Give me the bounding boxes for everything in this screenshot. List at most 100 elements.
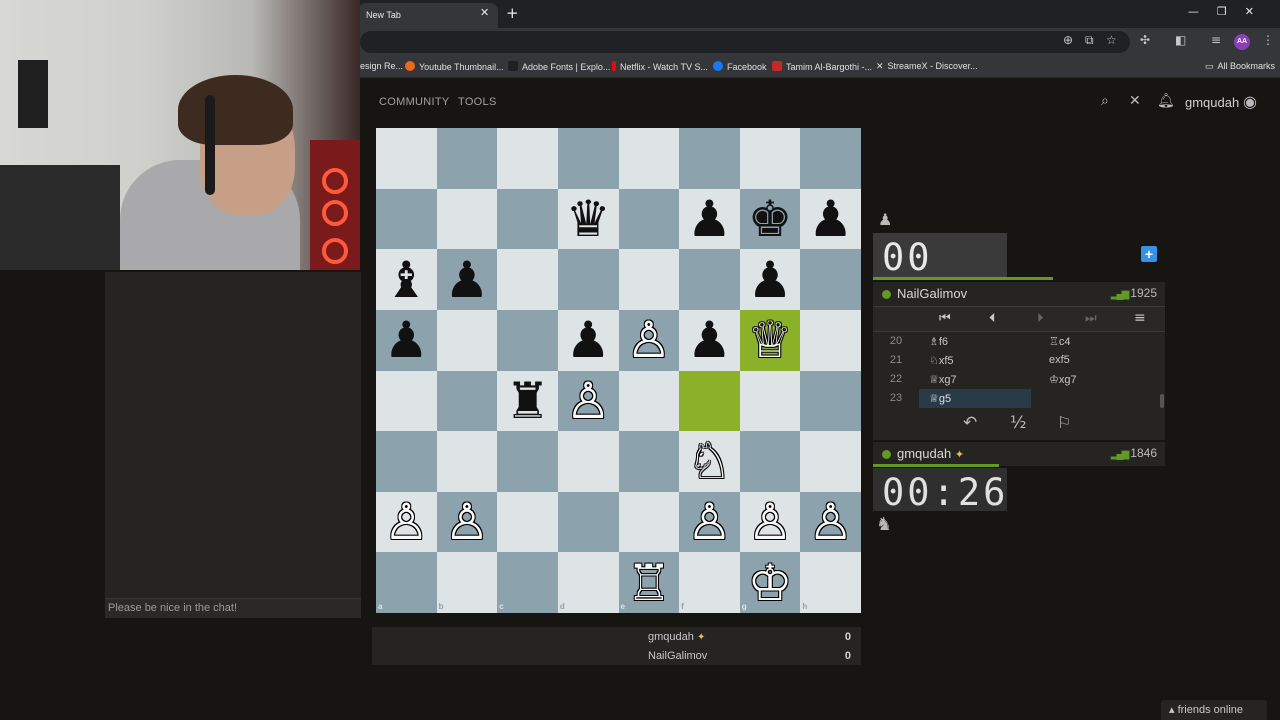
white-pawn-piece[interactable]: ♙ bbox=[558, 371, 619, 432]
white-queen-piece[interactable]: ♕ bbox=[740, 310, 801, 371]
square-f6[interactable] bbox=[679, 249, 740, 310]
white-king-piece[interactable]: ♔ bbox=[740, 552, 801, 613]
square-a1[interactable] bbox=[376, 552, 437, 613]
white-move[interactable]: ♕g5 bbox=[919, 389, 1031, 408]
white-pawn-piece[interactable]: ♙ bbox=[437, 492, 498, 553]
black-bishop-piece[interactable]: ♝ bbox=[376, 249, 437, 310]
black-pawn-piece[interactable]: ♟ bbox=[800, 189, 861, 250]
bookmark-item[interactable]: esign Re... bbox=[360, 61, 403, 71]
square-e6[interactable] bbox=[618, 249, 680, 310]
square-c2[interactable] bbox=[497, 491, 558, 553]
close-tab-icon[interactable]: ✕ bbox=[480, 6, 489, 19]
black-pawn-piece[interactable]: ♟ bbox=[740, 249, 801, 310]
square-d2[interactable] bbox=[557, 491, 619, 553]
extensions-icon[interactable]: ✣ bbox=[1140, 33, 1150, 47]
top-player[interactable]: NailGalimov ▂▄▆ 1925 bbox=[873, 282, 1165, 306]
profile-avatar[interactable]: AA bbox=[1234, 34, 1250, 50]
black-king-piece[interactable]: ♚ bbox=[740, 189, 801, 250]
square-c6[interactable] bbox=[497, 249, 558, 310]
search-icon[interactable]: ⌕ bbox=[1101, 93, 1109, 109]
chess-board[interactable]: 8 a 7 b 6 c 5 d 4 e 3 f 2 g 1 h ♛ ♟ ♚ ♟ ♝ ♟ ♟ ♟ ♟ ♙ ♟ ♕ ♜ ♙ ♘ ♙ ♙ ♙ ♙ ♙ ♖ ♔ bbox=[376, 128, 861, 613]
square-d6[interactable] bbox=[557, 249, 619, 310]
nav-tools[interactable]: TOOLS bbox=[458, 96, 497, 108]
square-f4[interactable] bbox=[679, 370, 740, 432]
first-move-icon[interactable]: ⏮ bbox=[939, 311, 951, 326]
square-e3[interactable] bbox=[618, 431, 680, 492]
prev-move-icon[interactable]: ⏴ bbox=[989, 311, 996, 326]
bookmark-item[interactable]: Netflix - Watch TV S... bbox=[612, 61, 708, 72]
square-d1[interactable] bbox=[557, 552, 619, 613]
black-pawn-piece[interactable]: ♟ bbox=[679, 310, 740, 371]
move-list-scrollbar[interactable] bbox=[1160, 394, 1164, 408]
square-a3[interactable] bbox=[376, 431, 437, 492]
black-pawn-piece[interactable]: ♟ bbox=[437, 249, 498, 310]
square-a8[interactable] bbox=[376, 128, 437, 189]
square-b3[interactable] bbox=[436, 431, 498, 492]
add-time-button[interactable]: + bbox=[1141, 246, 1157, 262]
square-c1[interactable] bbox=[497, 552, 558, 613]
black-pawn-piece[interactable]: ♟ bbox=[558, 310, 619, 371]
user-icon[interactable]: ◉ bbox=[1243, 92, 1257, 111]
white-pawn-piece[interactable]: ♙ bbox=[679, 492, 740, 553]
square-d3[interactable] bbox=[557, 431, 619, 492]
black-queen-piece[interactable]: ♛ bbox=[558, 189, 619, 250]
last-move-icon[interactable]: ⏭ bbox=[1085, 311, 1097, 326]
square-e7[interactable] bbox=[618, 188, 680, 250]
media-icon[interactable]: ≡ bbox=[1211, 33, 1221, 47]
square-b8[interactable] bbox=[436, 128, 498, 189]
square-c7[interactable] bbox=[497, 188, 558, 250]
star-icon[interactable]: ☆ bbox=[1106, 33, 1117, 47]
square-b7[interactable] bbox=[436, 188, 498, 250]
square-c5[interactable] bbox=[497, 309, 558, 371]
bookmark-item[interactable]: Tamim Al-Bargothi -... bbox=[772, 61, 872, 72]
square-a7[interactable] bbox=[376, 188, 437, 250]
black-pawn-piece[interactable]: ♟ bbox=[376, 310, 437, 371]
cast-icon[interactable]: ⧉ bbox=[1085, 33, 1094, 48]
square-a4[interactable] bbox=[376, 370, 437, 432]
square-f8[interactable] bbox=[679, 128, 740, 189]
bottom-player[interactable]: gmqudah ✦ ▂▄▆ 1846 bbox=[873, 442, 1165, 466]
square-d8[interactable] bbox=[557, 128, 619, 189]
swords-icon[interactable]: ✕ bbox=[1129, 93, 1141, 109]
user-menu[interactable]: gmqudah bbox=[1185, 95, 1239, 110]
resign-flag-icon[interactable]: ⚐ bbox=[1057, 413, 1071, 432]
browser-tab[interactable]: New Tab bbox=[358, 3, 498, 28]
square-g3[interactable] bbox=[739, 431, 801, 492]
window-controls[interactable]: —❐✕ bbox=[1188, 5, 1272, 18]
menu-icon[interactable]: ⋮ bbox=[1262, 33, 1274, 47]
sidepanel-icon[interactable]: ◧ bbox=[1175, 33, 1186, 47]
square-b1[interactable] bbox=[436, 552, 498, 613]
bell-icon[interactable]: 🔔︎ bbox=[1157, 93, 1175, 109]
white-move[interactable]: ♗f6 bbox=[919, 332, 1031, 351]
all-bookmarks[interactable]: ▭ All Bookmarks bbox=[1205, 61, 1275, 72]
white-pawn-piece[interactable]: ♙ bbox=[740, 492, 801, 553]
bookmark-item[interactable]: Youtube Thumbnail... bbox=[405, 61, 504, 72]
black-move[interactable]: ♔xg7 bbox=[1039, 370, 1151, 389]
black-move[interactable]: ♖c4 bbox=[1039, 332, 1151, 351]
square-c3[interactable] bbox=[497, 431, 558, 492]
bookmark-item[interactable]: ✕ StreameX - Discover... bbox=[876, 61, 978, 72]
white-pawn-piece[interactable]: ♙ bbox=[619, 310, 680, 371]
white-knight-piece[interactable]: ♘ bbox=[679, 431, 740, 492]
square-e2[interactable] bbox=[618, 491, 680, 553]
white-pawn-piece[interactable]: ♙ bbox=[800, 492, 861, 553]
black-move[interactable]: exf5 bbox=[1039, 351, 1151, 370]
square-c8[interactable] bbox=[497, 128, 558, 189]
black-rook-piece[interactable]: ♜ bbox=[497, 371, 558, 432]
black-pawn-piece[interactable]: ♟ bbox=[679, 189, 740, 250]
square-e8[interactable] bbox=[618, 128, 680, 189]
white-move[interactable]: ♕xg7 bbox=[919, 370, 1031, 389]
white-pawn-piece[interactable]: ♙ bbox=[376, 492, 437, 553]
square-g4[interactable] bbox=[739, 370, 801, 432]
bookmark-item[interactable]: Facebook bbox=[713, 61, 767, 72]
square-e4[interactable] bbox=[618, 370, 680, 432]
square-f1[interactable] bbox=[679, 552, 740, 613]
white-move[interactable]: ♘xf5 bbox=[919, 351, 1031, 370]
square-b5[interactable] bbox=[436, 309, 498, 371]
zoom-icon[interactable]: ⊕ bbox=[1063, 33, 1073, 47]
nav-community[interactable]: COMMUNITY bbox=[379, 96, 450, 108]
bookmark-item[interactable]: Adobe Fonts | Explo... bbox=[508, 61, 610, 72]
next-move-icon[interactable]: ⏵ bbox=[1037, 311, 1044, 326]
friends-online-button[interactable]: ▴ friends online bbox=[1161, 700, 1267, 720]
offer-draw-button[interactable]: ½ bbox=[1010, 413, 1026, 433]
